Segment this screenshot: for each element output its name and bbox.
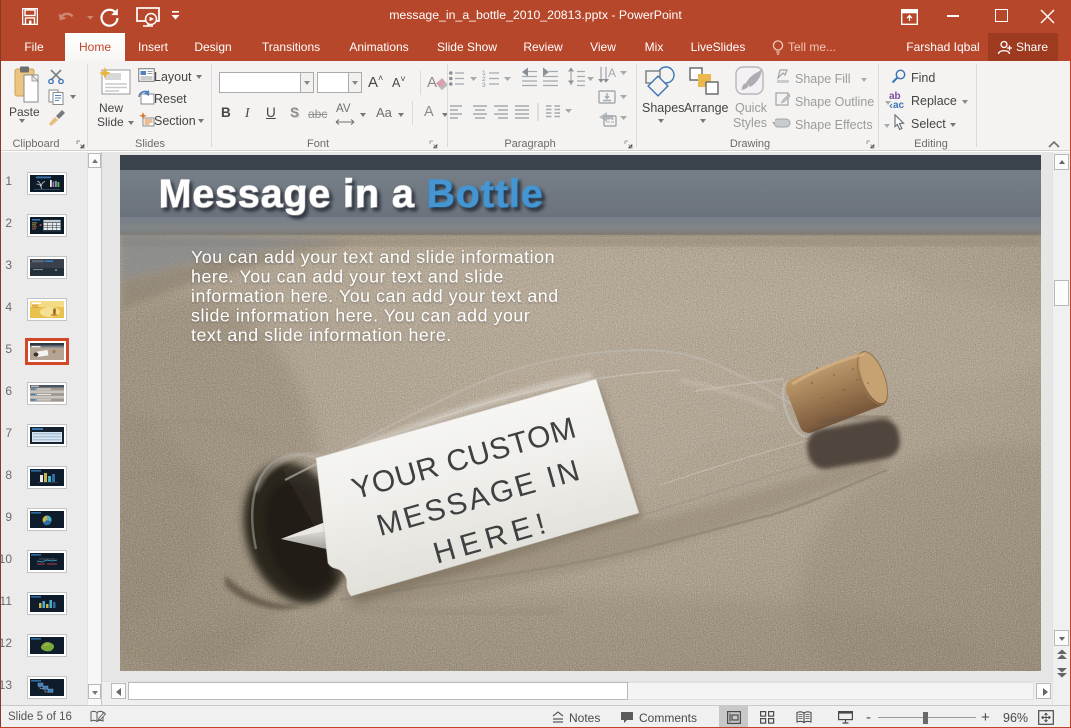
svg-text:3: 3 <box>482 82 486 89</box>
svg-text:A: A <box>608 66 616 80</box>
svg-text:Message in a Bottle: Message in a Bottle <box>159 173 544 216</box>
svg-text:A: A <box>427 74 437 91</box>
svg-text:ac: ac <box>893 100 905 109</box>
